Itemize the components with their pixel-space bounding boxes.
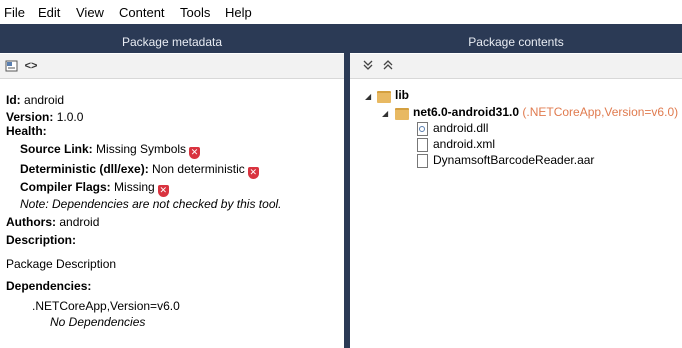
authors-value: android (59, 215, 100, 229)
compiler-flags-label: Compiler Flags: (20, 180, 111, 194)
version-label: Version: (6, 110, 54, 124)
view-source-icon[interactable]: <> (24, 59, 38, 73)
deterministic-value: Non deterministic (152, 162, 245, 176)
file-icon (417, 138, 428, 152)
package-metadata-header: Package metadata (0, 31, 344, 53)
compiler-flags-value: Missing (114, 180, 155, 194)
menu-view[interactable]: View (76, 5, 104, 20)
health-note: Note: Dependencies are not checked by th… (20, 197, 282, 211)
contents-panel: ◢ lib ◢ net6.0-android31.0 (.NETCoreApp,… (350, 79, 682, 348)
authors-row: Authors: android (6, 215, 99, 229)
framework-folder-label: net6.0-android31.0 (413, 105, 520, 119)
id-label: Id: (6, 93, 21, 107)
version-row: Version: 1.0.0 (6, 110, 83, 124)
description-value: Package Description (6, 257, 117, 271)
package-contents-header: Package contents (350, 31, 682, 53)
menu-edit[interactable]: Edit (38, 5, 60, 20)
deterministic-row: Deterministic (dll/exe): Non determinist… (20, 162, 259, 179)
metadata-panel: Id: android Version: 1.0.0 Health: Sourc… (0, 79, 344, 348)
metadata-toolbar: <> (0, 54, 344, 79)
deterministic-label: Deterministic (dll/exe): (20, 162, 149, 176)
framework-name: (.NETCoreApp,Version=v6.0) (522, 105, 679, 119)
id-value: android (24, 93, 65, 107)
dll-file-icon (417, 122, 428, 136)
menu-file[interactable]: File (4, 5, 25, 20)
tree-item-file[interactable]: android.dll (433, 121, 488, 135)
source-link-label: Source Link: (20, 142, 93, 156)
tree-item-lib[interactable]: lib (395, 88, 409, 102)
contents-toolbar (350, 54, 682, 79)
no-dependencies: No Dependencies (50, 315, 146, 329)
folder-icon (395, 108, 409, 120)
menu-help[interactable]: Help (225, 5, 252, 20)
source-link-row: Source Link: Missing Symbols ✕ (20, 142, 201, 159)
menu-content[interactable]: Content (119, 5, 165, 20)
expand-toggle-icon[interactable]: ◢ (382, 109, 388, 118)
expand-toggle-icon[interactable]: ◢ (365, 92, 371, 101)
authors-label: Authors: (6, 215, 56, 229)
file-icon (417, 154, 428, 168)
top-strip (0, 24, 682, 31)
warning-shield-icon: ✕ (189, 147, 201, 159)
dependency-group: .NETCoreApp,Version=v6.0 (32, 299, 180, 313)
description-label: Description: (6, 233, 77, 247)
dependencies-label: Dependencies: (6, 279, 92, 293)
id-row: Id: android (6, 93, 64, 107)
warning-shield-icon: ✕ (247, 167, 259, 179)
folder-icon (377, 91, 391, 103)
compiler-flags-row: Compiler Flags: Missing ✕ (20, 180, 169, 197)
menu-bar: File Edit View Content Tools Help (0, 0, 682, 24)
tree-item-file[interactable]: DynamsoftBarcodeReader.aar (433, 153, 594, 167)
expand-all-icon[interactable] (381, 59, 395, 73)
version-value: 1.0.0 (56, 110, 84, 124)
health-label: Health: (6, 124, 47, 138)
warning-shield-icon: ✕ (157, 185, 169, 197)
menu-tools[interactable]: Tools (180, 5, 210, 20)
tree-item-file[interactable]: android.xml (433, 137, 495, 151)
tree-item-framework[interactable]: net6.0-android31.0 (.NETCoreApp,Version=… (413, 105, 678, 119)
source-link-value: Missing Symbols (96, 142, 187, 156)
edit-metadata-icon[interactable] (5, 59, 19, 73)
collapse-all-icon[interactable] (361, 59, 375, 73)
